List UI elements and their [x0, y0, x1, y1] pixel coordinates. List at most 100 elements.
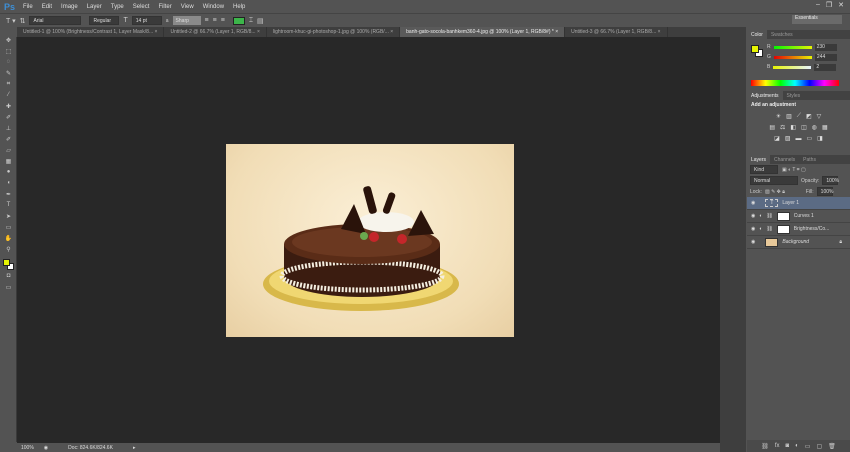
green-value[interactable]: 244 — [814, 53, 837, 61]
zoom-level[interactable]: 100% — [21, 445, 34, 451]
green-slider[interactable] — [773, 55, 812, 59]
font-family-select[interactable]: Arial — [29, 16, 82, 25]
visibility-eye-icon[interactable]: ◉ — [751, 213, 755, 219]
gradient-tool-icon[interactable]: ▦ — [0, 158, 17, 169]
selective-color-icon[interactable]: ◨ — [817, 135, 823, 142]
layer-filter-select[interactable]: Kind — [750, 165, 778, 174]
shape-tool-icon[interactable]: ▭ — [0, 224, 17, 235]
tab-untitled-2[interactable]: Untitled-2 @ 66.7% (Layer 1, RGB/8... × — [164, 27, 267, 37]
tab-untitled-1[interactable]: Untitled-1 @ 100% (Brightness/Contrast 1… — [17, 27, 165, 37]
tab-lightroom[interactable]: lightroom-khuc-gi-photoshop-1.jpg @ 100%… — [267, 27, 401, 37]
antialias-select[interactable]: Sharp — [172, 16, 201, 25]
tab-layers[interactable]: Layers — [747, 155, 771, 164]
font-style-select[interactable]: Regular — [89, 16, 120, 25]
tab-color[interactable]: Color — [747, 30, 767, 39]
minimize-button[interactable]: – — [816, 1, 820, 9]
healing-brush-tool-icon[interactable]: ✚ — [0, 103, 17, 114]
photo-filter-icon[interactable]: ◫ — [801, 124, 807, 131]
tab-paths[interactable]: Paths — [799, 155, 820, 164]
clone-stamp-tool-icon[interactable]: ⊥ — [0, 125, 17, 136]
hand-tool-icon[interactable]: ✋ — [0, 235, 17, 246]
marquee-tool-icon[interactable]: ⬚ — [0, 48, 17, 59]
menu-file[interactable]: File — [23, 4, 33, 10]
crop-tool-icon[interactable]: ⌗ — [0, 81, 17, 92]
tab-styles[interactable]: Styles — [783, 91, 805, 100]
align-right-icon[interactable]: ≡ — [221, 17, 225, 24]
foreground-color[interactable] — [3, 259, 10, 266]
zoom-tool-icon[interactable]: ⚲ — [0, 246, 17, 257]
exposure-icon[interactable]: ◩ — [806, 113, 812, 120]
threshold-icon[interactable]: ▬ — [796, 136, 802, 142]
brightness-icon[interactable]: ☀ — [776, 113, 781, 120]
blue-slider[interactable] — [773, 65, 812, 69]
quick-mask-icon[interactable]: ◘ — [0, 273, 17, 284]
color-swatches[interactable] — [0, 257, 17, 273]
blue-value[interactable]: 2 — [814, 63, 837, 71]
blend-mode-select[interactable]: Normal — [750, 176, 798, 185]
posterize-icon[interactable]: ▨ — [785, 135, 791, 142]
layer-row-curves-1[interactable]: ◉ ◐ ⛓ Curves 1 — [747, 210, 850, 223]
type-tool-icon[interactable]: T ▾ — [6, 17, 16, 25]
pen-tool-icon[interactable]: ✒ — [0, 191, 17, 202]
layer-row-brightness[interactable]: ◉ ◐ ⛓ Brightness/Co... — [747, 223, 850, 236]
add-mask-icon[interactable]: ◙ — [786, 443, 790, 449]
gradient-map-icon[interactable]: ▭ — [807, 135, 813, 142]
menu-help[interactable]: Help — [233, 4, 245, 10]
document-image[interactable] — [226, 144, 514, 337]
font-size-select[interactable]: 14 pt — [131, 16, 162, 25]
quick-select-tool-icon[interactable]: ✎ — [0, 70, 17, 81]
menu-view[interactable]: View — [181, 4, 194, 10]
red-slider[interactable] — [773, 45, 812, 49]
color-lookup-icon[interactable]: ▦ — [822, 124, 828, 131]
character-panel-icon[interactable]: ▤ — [257, 17, 264, 25]
visibility-eye-icon[interactable]: ◉ — [751, 200, 755, 206]
align-center-icon[interactable]: ≡ — [213, 17, 217, 24]
color-balance-icon[interactable]: ⚖ — [780, 124, 785, 131]
new-adjustment-icon[interactable]: ◐ — [795, 443, 799, 449]
text-orientation-icon[interactable]: ⇅ — [20, 17, 26, 25]
levels-icon[interactable]: ▥ — [786, 113, 792, 120]
filter-icons[interactable]: ▣ ◐ T ⌗ ▢ — [782, 167, 806, 173]
brush-tool-icon[interactable]: ✐ — [0, 114, 17, 125]
tab-swatches[interactable]: Swatches — [767, 30, 797, 39]
tab-adjustments[interactable]: Adjustments — [747, 91, 783, 100]
color-spectrum[interactable] — [751, 80, 839, 86]
close-button[interactable]: ✕ — [838, 1, 844, 9]
new-group-icon[interactable]: ▭ — [805, 443, 811, 450]
new-layer-icon[interactable]: ▢ — [816, 443, 822, 450]
layer-row-layer-1[interactable]: ◉ T Layer 1 — [747, 197, 850, 210]
menu-type[interactable]: Type — [111, 4, 124, 10]
visibility-eye-icon[interactable]: ◉ — [751, 239, 755, 245]
fx-icon[interactable]: fx — [775, 443, 780, 449]
menu-select[interactable]: Select — [133, 4, 150, 10]
menu-edit[interactable]: Edit — [42, 4, 52, 10]
tab-banh-gato[interactable]: banh-gato-socola-banhkem360-4.jpg @ 100%… — [400, 27, 566, 37]
curves-icon[interactable]: ⟋ — [797, 113, 801, 120]
red-value[interactable]: 230 — [814, 43, 837, 51]
channel-mixer-icon[interactable]: ◍ — [812, 124, 817, 131]
lock-icons[interactable]: ▨ ✎ ✥ 🔒︎ — [765, 189, 785, 195]
menu-window[interactable]: Window — [203, 4, 224, 10]
opacity-input[interactable]: 100% — [822, 176, 839, 185]
visibility-eye-icon[interactable]: ◉ — [751, 226, 755, 232]
invert-icon[interactable]: ◪ — [774, 135, 780, 142]
vibrance-icon[interactable]: ▽ — [817, 113, 822, 120]
screen-mode-icon[interactable]: ▭ — [0, 284, 17, 295]
warp-text-icon[interactable]: ⌶ — [249, 17, 253, 25]
history-brush-tool-icon[interactable]: ✐ — [0, 136, 17, 147]
layer-row-background[interactable]: ◉ Background 🔒︎ — [747, 236, 850, 249]
black-white-icon[interactable]: ◧ — [790, 124, 796, 131]
blur-tool-icon[interactable]: ● — [0, 169, 17, 180]
restore-button[interactable]: ❐ — [826, 1, 832, 9]
link-layers-icon[interactable]: ⛓ — [761, 443, 769, 450]
status-menu-arrow-icon[interactable]: ▸ — [133, 445, 136, 451]
workspace-select[interactable]: Essentials — [792, 15, 842, 24]
text-color-swatch[interactable] — [232, 16, 245, 25]
foreground-color[interactable] — [751, 45, 759, 53]
eraser-tool-icon[interactable]: ▱ — [0, 147, 17, 158]
menu-image[interactable]: Image — [61, 4, 78, 10]
tab-channels[interactable]: Channels — [770, 155, 799, 164]
path-select-tool-icon[interactable]: ➤ — [0, 213, 17, 224]
dodge-tool-icon[interactable]: ◖ — [0, 180, 17, 191]
move-tool-icon[interactable]: ✥ — [0, 37, 17, 48]
